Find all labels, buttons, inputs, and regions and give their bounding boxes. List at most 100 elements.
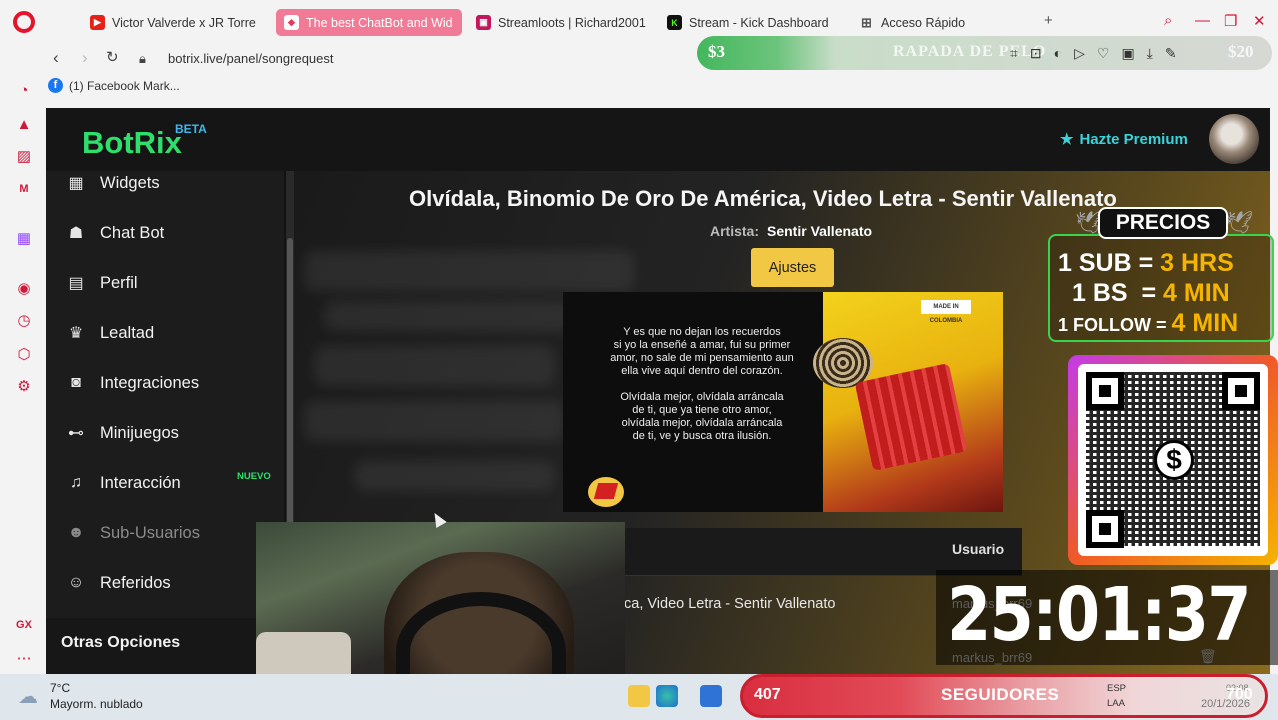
sidebar-item-label: Widgets	[100, 173, 160, 192]
song-title: Olvídala, Binomio De Oro De América, Vid…	[409, 186, 1117, 211]
video-lyrics: Y es que no dejan los recuerdos si yo la…	[610, 326, 794, 442]
bookmark-label: (1) Facebook Mark...	[69, 78, 180, 93]
music-player-icon[interactable]: ◐	[1054, 45, 1062, 62]
sidebar-item-interaccion[interactable]: ♫ Interacción	[66, 469, 181, 497]
premium-label: Hazte Premium	[1079, 130, 1188, 148]
sidebar-item-label: Referidos	[100, 573, 171, 592]
sidebar-item-label: Chat Bot	[100, 223, 165, 242]
beta-badge: BETA	[175, 122, 207, 136]
prices-title: PRECIOS	[1098, 207, 1228, 239]
tab-label: Streamloots | Richard2001	[498, 15, 646, 30]
speed-dial-icon[interactable]: ◔	[15, 82, 33, 100]
overlay-money-right: $20	[1228, 42, 1254, 61]
store-icon[interactable]	[700, 685, 722, 707]
profile-icon[interactable]: ▣	[1121, 45, 1134, 62]
tab-kick[interactable]: K Stream - Kick Dashboard	[659, 9, 843, 36]
kick-icon: K	[667, 15, 682, 30]
sidebar-item-widgets[interactable]: ▦ Widgets	[66, 169, 160, 197]
sidebar-item-referidos[interactable]: ☺ Referidos	[66, 569, 171, 597]
search-icon[interactable]: ⌕	[1164, 12, 1172, 29]
id-card-icon: ▤	[68, 275, 84, 292]
close-icon[interactable]: ✕	[1253, 12, 1266, 30]
bookmark-facebook[interactable]: f (1) Facebook Mark...	[48, 78, 180, 93]
crypto-wallet-icon[interactable]: ▲	[15, 116, 33, 134]
sidebar-item-perfil[interactable]: ▤ Perfil	[66, 269, 138, 297]
app-header: BotRix BETA ★ Hazte Premium	[46, 108, 1270, 171]
sidebar-item-integraciones[interactable]: ◙ Integraciones	[66, 369, 199, 397]
opera-logo-icon[interactable]	[13, 11, 35, 33]
weather-temperature[interactable]: 7°C	[50, 681, 70, 695]
video-player[interactable]: Y es que no dejan los recuerdos si yo la…	[563, 292, 1003, 512]
back-icon[interactable]: ‹	[53, 48, 59, 68]
minimize-icon[interactable]: —	[1195, 12, 1210, 29]
language-indicator[interactable]: ESP	[1107, 683, 1126, 694]
music-icon: ♫	[70, 474, 82, 491]
sidebar-scrollbar-thumb[interactable]	[287, 238, 293, 528]
camera-icon[interactable]: ⌗	[1010, 45, 1018, 62]
twitter-icon[interactable]: ▨	[15, 148, 33, 166]
pigeon-icon: 🕊︎	[1225, 210, 1253, 235]
edge-icon[interactable]	[656, 685, 678, 707]
maximize-icon[interactable]: ❐	[1224, 12, 1237, 30]
url-field[interactable]: botrix.live/panel/songrequest	[168, 51, 334, 66]
price-item: 1 BS	[1072, 279, 1128, 307]
blurred-block	[354, 461, 554, 491]
messenger-icon[interactable]: M	[15, 180, 33, 198]
followers-current: 407	[754, 686, 781, 703]
blurred-block	[304, 401, 564, 441]
settings-icon[interactable]: ⚙	[15, 378, 33, 396]
extensions-sidebar-icon[interactable]: ⬡	[15, 346, 33, 364]
streamloots-icon: ▣	[476, 15, 491, 30]
player-icon[interactable]: ◉	[15, 280, 33, 298]
snapshot-icon[interactable]: ⊡	[1030, 45, 1042, 62]
artist-name: Sentir Vallenato	[767, 223, 873, 239]
channel-logo-icon	[588, 477, 624, 507]
weather-description[interactable]: Mayorm. nublado	[50, 697, 143, 711]
gamepad-icon: ⊷	[68, 425, 84, 442]
discord-icon: ◙	[71, 374, 81, 391]
new-tab-icon[interactable]: +	[1044, 12, 1053, 29]
blurred-block	[304, 251, 634, 291]
file-explorer-icon[interactable]	[628, 685, 650, 707]
price-value: 3 HRS	[1160, 249, 1234, 277]
download-icon[interactable]: ⤓	[1147, 45, 1153, 62]
gx-icon[interactable]: GX	[15, 616, 33, 634]
grid-icon: ⊞	[861, 14, 872, 30]
twitch-icon[interactable]: ▦	[15, 230, 33, 248]
sidebar-item-label: Minijuegos	[100, 423, 179, 442]
price-row: 1 BS = 4 MIN	[1072, 279, 1230, 307]
play-icon[interactable]: ▷	[1074, 45, 1085, 62]
sidebar-item-label: Perfil	[100, 273, 138, 292]
sidebar-section-otras-opciones[interactable]: Otras Opciones	[46, 618, 284, 674]
tab-botrix[interactable]: ◆ The best ChatBot and Wid	[276, 9, 462, 36]
tab-streamloots[interactable]: ▣ Streamloots | Richard2001	[468, 9, 652, 36]
robot-icon: ☗	[68, 225, 84, 242]
keyboard-layout[interactable]: LAA	[1107, 698, 1125, 709]
sidebar-item-sub-usuarios[interactable]: ☻ Sub-Usuarios	[66, 519, 200, 547]
referrals-icon: ☺	[67, 574, 85, 591]
sidebar-item-lealtad[interactable]: ♛ Lealtad	[66, 319, 154, 347]
column-header-usuario: Usuario	[952, 541, 1005, 557]
price-row: 1 SUB = 3 HRS	[1058, 249, 1234, 277]
extensions-icon[interactable]: ✎	[1165, 45, 1177, 62]
tab-label: Acceso Rápido	[881, 15, 966, 30]
new-badge: NUEVO	[237, 471, 271, 482]
price-row: 1 FOLLOW = 4 MIN	[1058, 309, 1239, 337]
settings-button[interactable]: Ajustes	[751, 248, 834, 287]
heart-icon[interactable]: ♡	[1097, 45, 1110, 62]
history-icon[interactable]: ◷	[15, 312, 33, 330]
reload-icon[interactable]: ↻	[106, 48, 119, 66]
qr-code-image: $	[1078, 364, 1268, 556]
avatar[interactable]	[1209, 114, 1259, 164]
more-icon[interactable]: ⋯	[15, 650, 33, 668]
sidebar-item-minijuegos[interactable]: ⊷ Minijuegos	[66, 419, 179, 447]
price-item: 1 SUB	[1058, 249, 1132, 277]
facebook-icon: f	[48, 78, 63, 93]
sidebar-item-chat-bot[interactable]: ☗ Chat Bot	[66, 219, 164, 247]
forward-icon[interactable]: ›	[82, 48, 88, 68]
premium-button[interactable]: ★ Hazte Premium	[1060, 130, 1188, 149]
price-value: 4 MIN	[1163, 279, 1230, 307]
tab-youtube[interactable]: ▶ Victor Valverde x JR Torre	[82, 9, 266, 36]
botrix-logo[interactable]: BotRix	[82, 125, 182, 161]
tab-acceso-rapido[interactable]: ⊞ Acceso Rápido	[851, 9, 1031, 36]
